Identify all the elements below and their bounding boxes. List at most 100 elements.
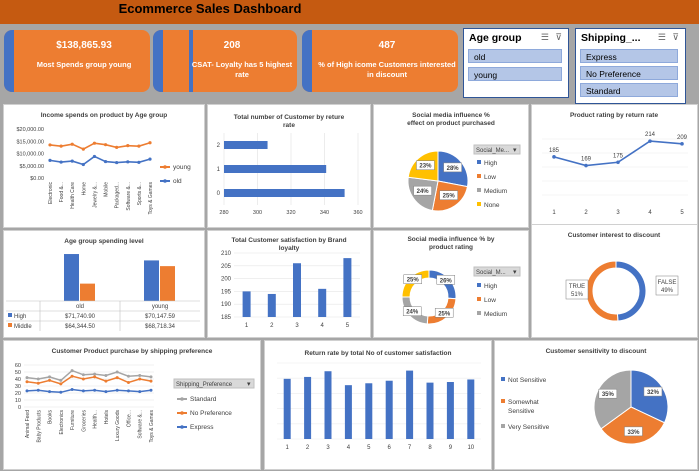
data-label: 175 bbox=[613, 153, 624, 159]
data-point bbox=[104, 379, 108, 383]
kpi-value: 208 bbox=[223, 40, 241, 51]
chart-interest-discount: Customer interest to discount FALSE 49% TRU… bbox=[531, 224, 698, 338]
data-point bbox=[680, 142, 684, 146]
data-point bbox=[92, 141, 97, 145]
chart-income-spends: Income spends on product by Age group $20… bbox=[3, 104, 205, 228]
bar bbox=[365, 383, 373, 439]
bar bbox=[224, 141, 268, 149]
y-tick-label: 190 bbox=[221, 302, 232, 308]
slicer-shipping: Shipping_... ☰ ⊽ Express No Preference S… bbox=[575, 28, 686, 104]
y-tick-label: 60 bbox=[15, 363, 21, 369]
legend-item-2: Express bbox=[190, 424, 214, 431]
chart-purchase-shipping: Customer Product purchase by shipping pr… bbox=[3, 340, 261, 470]
table-cell: $71,740.90 bbox=[65, 314, 96, 320]
bar bbox=[64, 254, 79, 301]
y-tick-label: 1 bbox=[217, 167, 221, 173]
legend-item-2-marker bbox=[180, 425, 184, 429]
bar bbox=[80, 283, 95, 301]
data-point bbox=[48, 375, 52, 379]
slicer-item-young[interactable]: young bbox=[468, 67, 562, 81]
x-tick-label: 300 bbox=[253, 210, 262, 216]
slicer-item-old[interactable]: old bbox=[468, 49, 562, 63]
chart-customers-return-rate: Total number of Customer by reture rate 28… bbox=[207, 104, 371, 228]
data-point bbox=[148, 141, 152, 145]
series-filter-label: Shipping_Preference bbox=[176, 382, 233, 388]
chart-title: Customer Product purchase by shipping pr… bbox=[52, 348, 213, 355]
slicer-age-group: Age group ☰ ⊽ old young bbox=[463, 28, 569, 98]
slicer-item-express[interactable]: Express bbox=[580, 49, 678, 63]
data-label-category: TRUE bbox=[569, 284, 585, 290]
legend-item-low: Low bbox=[484, 174, 496, 181]
legend-old-marker bbox=[163, 179, 167, 183]
series-filter-label: Social_Me... bbox=[476, 148, 509, 154]
legend-young: young bbox=[173, 164, 191, 171]
x-tick-label: 2 bbox=[584, 210, 588, 216]
y-tick-label: 2 bbox=[217, 143, 221, 149]
chart-svg: Return rate by total No of customer sati… bbox=[277, 350, 481, 451]
data-point bbox=[70, 388, 74, 391]
data-point bbox=[115, 370, 119, 374]
series-line-old bbox=[49, 155, 151, 166]
data-point bbox=[126, 374, 130, 378]
bar bbox=[406, 370, 414, 439]
data-label: 33% bbox=[627, 430, 640, 436]
x-tick-label: Software &... bbox=[126, 182, 132, 211]
data-point bbox=[59, 378, 63, 382]
pie-slice bbox=[585, 260, 619, 322]
x-tick-label: 2 bbox=[306, 445, 310, 451]
chart-title: Social media influence % by product ratin… bbox=[407, 236, 494, 251]
y-tick-label: $15,000.00 bbox=[16, 139, 44, 145]
chart-svg: Age group spending level old young High $71,… bbox=[6, 238, 200, 331]
legend-swatch bbox=[8, 313, 12, 317]
legend-swatch bbox=[8, 323, 12, 327]
chart-title: Customer sensitivity to discount bbox=[546, 348, 648, 355]
bar bbox=[224, 165, 327, 173]
bar bbox=[267, 293, 276, 317]
chart-svg: Customer interest to discount FALSE 49% TRU… bbox=[565, 232, 679, 322]
x-tick-label: 9 bbox=[449, 445, 453, 451]
table-row-label: Middle bbox=[14, 324, 32, 330]
data-point bbox=[104, 390, 108, 394]
bar bbox=[446, 382, 454, 439]
table-header: young bbox=[152, 304, 168, 310]
chart-title: Total number of Customer by reture rate bbox=[234, 114, 345, 129]
legend-item-1-marker bbox=[180, 411, 184, 415]
chart-title: Income spends on product by Age group bbox=[41, 112, 168, 119]
data-point bbox=[48, 390, 52, 394]
chart-svg: Total Customer satisfaction by Brand loya… bbox=[221, 237, 360, 329]
series-filter-label: Social_M... bbox=[476, 270, 506, 276]
data-point bbox=[104, 374, 108, 377]
data-label: 23% bbox=[419, 164, 432, 170]
legend-item-high: High bbox=[484, 160, 498, 167]
x-tick-label: Books bbox=[48, 410, 54, 424]
data-point bbox=[93, 375, 97, 379]
chevron-down-icon: ▾ bbox=[247, 381, 251, 388]
filter-icons[interactable]: ☰ ⊽ bbox=[541, 32, 564, 43]
x-tick-label: 280 bbox=[219, 210, 228, 216]
data-point bbox=[48, 158, 52, 162]
data-point bbox=[616, 160, 620, 165]
data-label: 25% bbox=[407, 278, 420, 284]
x-tick-label: 1 bbox=[286, 445, 290, 451]
filter-icons[interactable]: ☰ ⊽ bbox=[658, 32, 681, 43]
chart-title: Total Customer satisfaction by Brand loya… bbox=[231, 237, 346, 252]
data-point bbox=[36, 381, 40, 385]
chevron-down-icon: ▾ bbox=[513, 147, 517, 154]
data-point bbox=[137, 160, 141, 164]
y-tick-label: 50 bbox=[15, 370, 21, 376]
slicer-item-standard[interactable]: Standard bbox=[580, 83, 678, 97]
x-tick-label: 5 bbox=[346, 323, 350, 329]
kpi-value: $138,865.93 bbox=[56, 40, 112, 51]
slicer-item-no-preference[interactable]: No Preference bbox=[580, 66, 678, 80]
x-tick-label: 4 bbox=[648, 210, 652, 216]
chart-svg: Customer sensitivity to discount 32% 33% 35… bbox=[501, 348, 669, 445]
y-tick-label: 200 bbox=[221, 277, 232, 283]
data-point bbox=[138, 374, 142, 377]
chart-social-influence-purchase: Social media influence % effect on produc… bbox=[373, 104, 529, 228]
x-tick-label: Luxury Goods bbox=[115, 410, 121, 442]
bar bbox=[160, 266, 175, 301]
y-tick-label: 10 bbox=[15, 398, 21, 404]
y-tick-label: $5,000.00 bbox=[20, 164, 44, 170]
y-tick-label: 0 bbox=[18, 405, 21, 411]
bar bbox=[144, 260, 159, 301]
